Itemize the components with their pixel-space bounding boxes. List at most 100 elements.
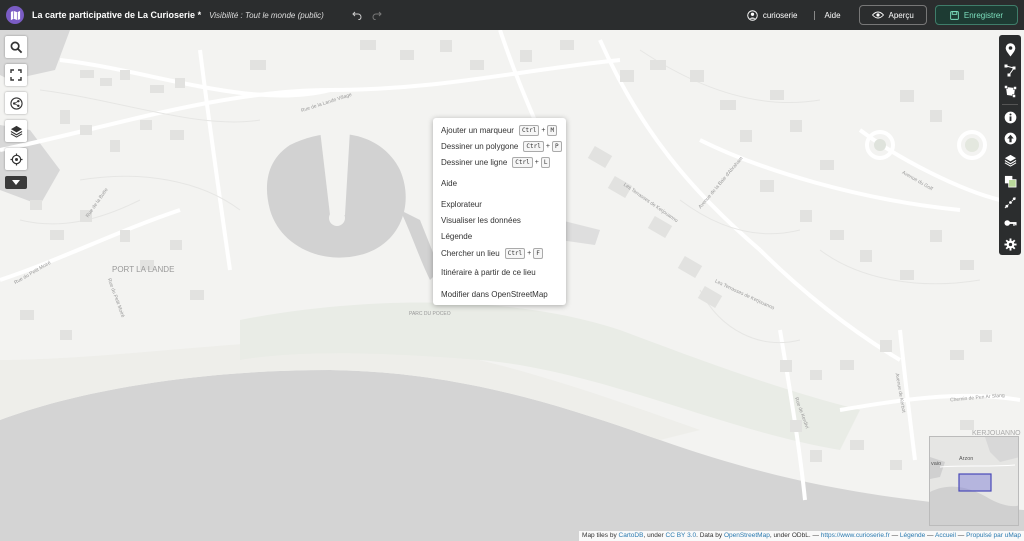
home-link[interactable]: Accueil <box>935 532 956 539</box>
user-menu[interactable]: curioserie <box>747 9 798 21</box>
kbd-key: L <box>540 157 551 168</box>
preview-button[interactable]: Aperçu <box>858 5 927 25</box>
kbd-key: M <box>547 125 558 136</box>
context-menu: Ajouter un marqueur Ctrl + M Dessiner un… <box>433 118 566 305</box>
attribution-text: — <box>889 532 900 539</box>
menu-item-add-marker[interactable]: Ajouter un marqueur Ctrl + M <box>441 125 558 136</box>
menu-item-draw-polygon[interactable]: Dessiner un polygone Ctrl + P <box>441 141 562 152</box>
kbd-key: F <box>533 248 543 259</box>
menu-item-label: Dessiner un polygone <box>441 142 519 151</box>
layers-icon <box>1004 154 1016 167</box>
undo-icon[interactable] <box>350 8 364 22</box>
menu-item-draw-line[interactable]: Dessiner une ligne Ctrl + L <box>441 157 551 168</box>
key-icon <box>1003 220 1017 227</box>
save-label: Enregistrer <box>963 10 1003 20</box>
kbd-plus: + <box>534 159 539 166</box>
menu-item-label: Modifier dans OpenStreetMap <box>441 290 548 299</box>
map-icon[interactable] <box>6 6 24 24</box>
ccby-link[interactable]: CC BY 3.0 <box>666 532 697 539</box>
draw-line-button[interactable] <box>1000 60 1020 81</box>
menu-item-label: Visualiser les données <box>441 216 521 225</box>
info-icon <box>1004 111 1016 124</box>
info-button[interactable] <box>1000 107 1020 128</box>
menu-item-label: Explorateur <box>441 200 482 209</box>
minimap-label-arzon: Arzon <box>959 456 974 462</box>
kbd-plus: + <box>527 250 532 257</box>
user-icon <box>747 9 758 21</box>
map-label-parc: PARC DU POCEO <box>409 311 451 317</box>
manage-layers-button[interactable] <box>1000 149 1020 170</box>
kbd-key: P <box>551 141 562 152</box>
zoom-extent-icon <box>1004 196 1016 209</box>
map-attribution: Map tiles by CartoDB, under CC BY 3.0. D… <box>579 531 1024 541</box>
attribution-text: — <box>925 532 935 539</box>
menu-item-edit-osm[interactable]: Modifier dans OpenStreetMap <box>441 290 548 299</box>
upload-icon <box>1004 133 1016 145</box>
menu-item-view-data[interactable]: Visualiser les données <box>441 216 521 225</box>
menu-item-explorer[interactable]: Explorateur <box>441 200 482 209</box>
tilelayer-icon <box>1004 175 1016 188</box>
visibility-status[interactable]: Visibilité : Tout le monde (public) <box>209 11 324 20</box>
site-link[interactable]: https://www.curioserie.fr <box>821 532 890 539</box>
import-button[interactable] <box>1000 128 1020 149</box>
layers-icon <box>10 125 22 138</box>
menu-item-route[interactable]: Itinéraire à partir de ce lieu <box>441 268 536 277</box>
umap-link[interactable]: Propulsé par uMap <box>966 532 1021 539</box>
kbd-plus: + <box>541 127 546 134</box>
minimap-label-vaio: vaio <box>931 461 942 467</box>
menu-item-label: Itinéraire à partir de ce lieu <box>441 268 536 277</box>
redo-icon[interactable] <box>370 8 384 22</box>
minimap-viewport[interactable] <box>958 473 992 492</box>
search-button[interactable] <box>5 36 27 58</box>
polyline-icon <box>1004 64 1015 77</box>
permissions-button[interactable] <box>1000 213 1020 234</box>
minimap-tiles <box>930 437 1018 525</box>
draw-polygon-button[interactable] <box>1000 81 1020 102</box>
minimap[interactable]: Arzon vaio <box>929 436 1019 526</box>
add-marker-button[interactable] <box>1000 39 1020 60</box>
kbd-key: Ctrl <box>518 125 540 136</box>
attribution-text: Map tiles by <box>582 532 619 539</box>
menu-item-label: Légende <box>441 232 473 241</box>
share-icon <box>9 96 23 110</box>
osm-link[interactable]: OpenStreetMap <box>724 532 770 539</box>
attribution-text: . Data by <box>696 532 724 539</box>
legend-link[interactable]: Légende <box>900 532 925 539</box>
menu-item-legend[interactable]: Légende <box>441 232 472 241</box>
help-link[interactable]: Aide <box>813 10 851 20</box>
more-controls-button[interactable] <box>5 176 27 189</box>
settings-button[interactable] <box>1000 234 1020 255</box>
attribution-text: , under ODbL. — <box>769 532 821 539</box>
share-button[interactable] <box>5 92 27 114</box>
menu-item-label: Ajouter un marqueur <box>441 126 514 135</box>
map-label-port-la-lande: PORT LA LANDE <box>112 265 175 274</box>
menu-item-search-place[interactable]: Chercher un lieu Ctrl + F <box>441 248 543 259</box>
marker-icon <box>1005 42 1015 57</box>
search-icon <box>10 41 22 53</box>
kbd-key: Ctrl <box>504 248 526 259</box>
save-button[interactable]: Enregistrer <box>934 5 1018 25</box>
fullscreen-button[interactable] <box>5 64 27 86</box>
kbd-key: Ctrl <box>523 141 544 152</box>
menu-item-label: Chercher un lieu <box>441 249 500 258</box>
preview-label: Aperçu <box>888 10 914 20</box>
fullscreen-icon <box>10 69 22 81</box>
attribution-text: — <box>955 532 967 539</box>
left-map-controls <box>5 36 27 189</box>
edit-toolbar <box>999 35 1021 255</box>
top-bar: La carte participative de La Curioserie … <box>0 0 1024 30</box>
menu-item-help[interactable]: Aide <box>441 179 457 188</box>
layers-button[interactable] <box>5 120 27 142</box>
toolbar-divider <box>1002 104 1018 106</box>
center-zoom-button[interactable] <box>1000 192 1020 213</box>
polygon-icon <box>1003 85 1017 99</box>
cartodb-link[interactable]: CartoDB <box>619 532 644 539</box>
menu-item-label: Dessiner une ligne <box>441 158 508 167</box>
kbd-key: Ctrl <box>512 157 533 168</box>
locate-button[interactable] <box>5 148 27 170</box>
user-name: curioserie <box>762 10 798 20</box>
save-icon <box>950 10 959 20</box>
tilelayer-button[interactable] <box>1000 171 1020 192</box>
chevron-down-icon <box>12 180 20 185</box>
map-title[interactable]: La carte participative de La Curioserie … <box>32 10 201 20</box>
